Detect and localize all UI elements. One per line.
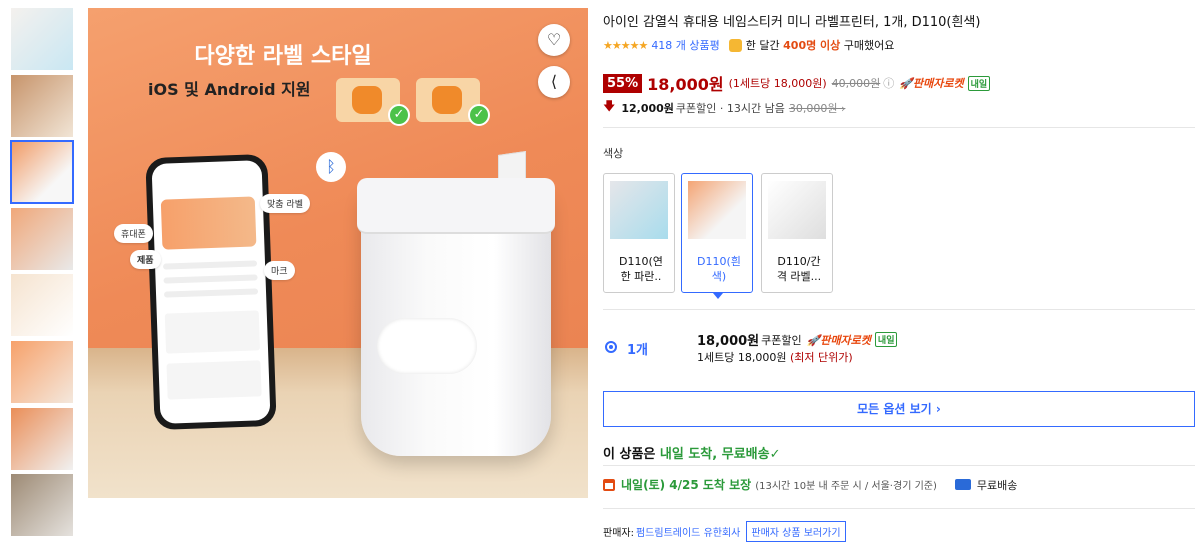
thumbnail-1[interactable] [10, 7, 74, 71]
check-icon: ✓ [388, 104, 410, 126]
check-icon: ✓ [769, 447, 781, 462]
product-page: 다양한 라벨 스타일 iOS 및 Android 지원 ✓ ✓ ᛒ 휴대폰 제품… [0, 0, 1203, 550]
option-photo [768, 181, 826, 239]
divider [603, 309, 1195, 310]
unit-price: (1세트당 18,000원) [728, 77, 827, 90]
thumbnail-8[interactable] [10, 473, 74, 537]
option-price: 18,000원 쿠폰할인 🚀판매자로켓 내일 [697, 330, 898, 349]
android-icon [432, 86, 462, 114]
seller-label: 판매자: [603, 528, 634, 539]
app-row [162, 260, 258, 270]
callout-phone: 휴대폰 [114, 224, 153, 243]
delivery-date: 내일(토) 4/25 도착 보장 [621, 478, 752, 492]
printer-illustration [357, 178, 555, 456]
divider [603, 465, 1195, 466]
seller-products-button[interactable]: 판매자 상품 보러가기 [746, 521, 846, 542]
main-product-image[interactable]: 다양한 라벨 스타일 iOS 및 Android 지원 ✓ ✓ ᛒ 휴대폰 제품… [88, 8, 588, 498]
option-price-value: 18,000원 [697, 334, 760, 349]
bluetooth-icon: ᛒ [316, 152, 346, 182]
color-option-gap-label[interactable]: D110/간 격 라벨... [761, 173, 833, 293]
apple-icon [352, 86, 382, 114]
divider [603, 127, 1195, 128]
option-photo [688, 181, 746, 239]
naeil-badge: 내일 [967, 75, 991, 91]
truck-icon [954, 479, 971, 490]
bought-suffix: 구매했어요 [843, 39, 895, 52]
original-price: 40,000원 [831, 77, 881, 90]
color-option-light-blue[interactable]: D110(연 한 파란.. [603, 173, 675, 293]
delivery-headline: 이 상품은 내일 도착, 무료배송✓ [603, 443, 780, 462]
option-unit-lowest: (최저 단위가) [789, 351, 853, 364]
option-price-label: 쿠폰할인 [761, 333, 802, 347]
check-icon: ✓ [468, 104, 490, 126]
option-unit-price: 1세트당 18,000원 (최저 단위가) [697, 349, 853, 365]
phone-screen [151, 160, 271, 424]
thumbnail-7[interactable] [10, 407, 74, 471]
rating-row: ★★★★★ 418 개 상품평 한 달간 400명 이상 구매했어요 [603, 37, 894, 53]
all-options-button[interactable]: 모든 옵션 보기 › [603, 391, 1195, 427]
bought-prefix: 한 달간 [745, 39, 780, 52]
callout-product: 제품 [130, 250, 161, 269]
thumbnail-4[interactable] [10, 207, 74, 271]
rocket-delivery-badge: 🚀판매자로켓 [899, 77, 964, 90]
info-icon[interactable]: ⓘ [883, 75, 894, 91]
delivery-head-prefix: 이 상품은 [603, 447, 656, 462]
review-count-link[interactable]: 418 개 상품평 [651, 37, 719, 53]
sale-price: 18,000원 [647, 75, 724, 94]
phone-illustration [145, 153, 277, 431]
image-headline: 다양한 라벨 스타일 [194, 44, 372, 69]
option-naeil-badge: 내일 [874, 332, 898, 347]
bought-count-value: 400명 이상 [783, 39, 841, 52]
shopping-bag-icon [728, 38, 742, 52]
color-option-white[interactable]: D110(흰 색) [681, 173, 753, 299]
star-rating: ★★★★★ [603, 38, 648, 52]
delivery-head-green: 내일 도착, 무료배송 [659, 447, 770, 462]
image-subline: iOS 및 Android 지원 [148, 80, 311, 99]
callout-label: 맞춤 라벨 [260, 194, 310, 213]
heart-icon[interactable]: ♡ [538, 24, 570, 56]
calendar-icon [603, 478, 615, 491]
divider [603, 508, 1195, 509]
coupon-original-price: 30,000원 › [788, 101, 846, 115]
product-title: 아이인 감열식 휴대용 네임스티커 미니 라벨프린터, 1개, D110(흰색) [603, 15, 981, 30]
delivery-row: 내일(토) 4/25 도착 보장 (13시간 10분 내 주문 시 / 서울·경… [603, 476, 1017, 493]
app-row [163, 274, 258, 284]
coupon-row[interactable]: 🡇 12,000원 쿠폰할인 · 13시간 남음 30,000원 › [603, 97, 845, 118]
share-icon[interactable]: ⟨ [538, 66, 570, 98]
printer-lid [357, 178, 555, 234]
selected-caret-icon [713, 293, 723, 299]
coupon-meta: 쿠폰할인 · 13시간 남음 [675, 101, 785, 115]
option-label: D110/간 격 라벨... [776, 255, 822, 283]
app-row [163, 288, 259, 298]
color-label: 색상 [603, 147, 624, 160]
coupon-amount: 12,000원 [621, 101, 674, 115]
printer-button [377, 318, 477, 374]
thumbnail-3[interactable] [10, 140, 74, 205]
free-shipping-label: 무료배송 [976, 478, 1018, 492]
app-card [164, 310, 261, 354]
discount-badge: 55% [603, 73, 643, 93]
thumbnail-2[interactable] [10, 74, 74, 138]
thumbnail-list [10, 7, 74, 540]
seller-name-link[interactable]: 펌드림트레이드 유한회사 [636, 524, 740, 539]
delivery-note: (13시간 10분 내 주문 시 / 서울·경기 기준) [755, 481, 937, 492]
option-unit-text: 1세트당 18,000원 [697, 351, 787, 364]
seller-row: 판매자: 펌드림트레이드 유한회사 판매자 상품 보러가기 [603, 521, 846, 542]
app-card [166, 360, 262, 400]
arrow-down-icon: 🡇 [603, 99, 616, 113]
bought-count: 한 달간 400명 이상 구매했어요 [746, 37, 895, 53]
app-banner [160, 196, 257, 250]
option-label: D110(흰 색) [697, 255, 741, 283]
option-rocket-badge: 🚀판매자로켓 [806, 333, 871, 347]
quantity-label[interactable]: 1개 [627, 339, 648, 358]
option-photo [610, 181, 668, 239]
option-label: D110(연 한 파란.. [619, 255, 663, 283]
quantity-radio[interactable] [605, 341, 617, 353]
thumbnail-5[interactable] [10, 273, 74, 337]
thumbnail-6[interactable] [10, 340, 74, 404]
callout-mark: 마크 [264, 261, 295, 280]
price-row: 55% 18,000원 (1세트당 18,000원) 40,000원 ⓘ 🚀판매… [603, 71, 991, 95]
